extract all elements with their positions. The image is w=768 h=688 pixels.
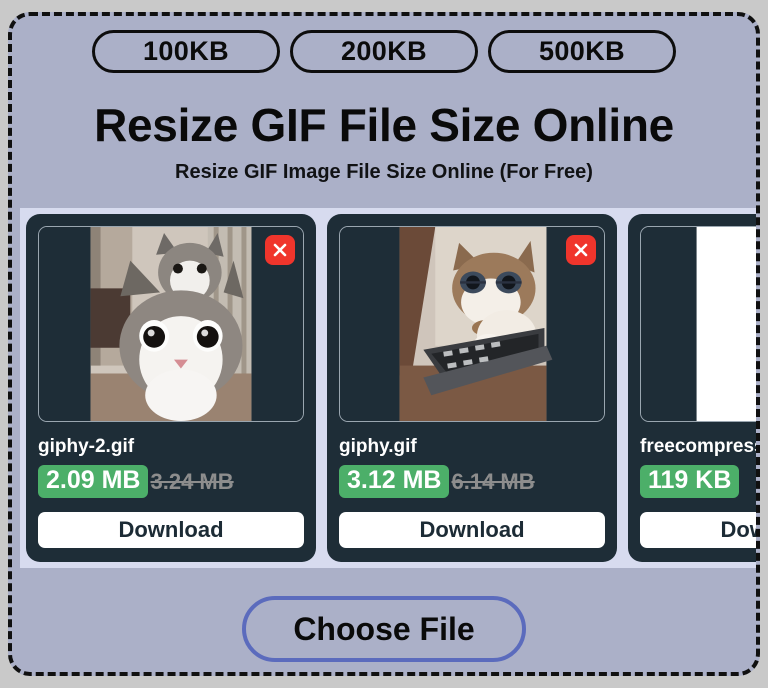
size-preset-500kb[interactable]: 500KB xyxy=(488,30,676,73)
close-icon[interactable] xyxy=(265,235,295,265)
new-size-badge: 2.09 MB xyxy=(38,465,149,498)
file-card: freecompress- 119 KB Download xyxy=(628,214,760,562)
close-x-glyph xyxy=(273,243,287,257)
file-name: giphy-2.gif xyxy=(38,436,135,457)
close-x-glyph xyxy=(574,243,588,257)
close-icon[interactable] xyxy=(566,235,596,265)
download-button[interactable]: Download xyxy=(640,512,756,548)
page-title: Resize GIF File Size Online xyxy=(94,99,674,151)
choose-file-button[interactable]: Choose File xyxy=(242,596,526,662)
download-button[interactable]: Download xyxy=(339,512,605,548)
cat-pair-photo-icon xyxy=(39,227,303,421)
thumbnail-frame xyxy=(640,226,756,422)
file-name: freecompress- xyxy=(640,436,760,457)
app-root: 100KB 200KB 500KB Resize GIF File Size O… xyxy=(0,0,768,688)
file-card: giphy-2.gif 2.09 MB 3.24 MB Download xyxy=(26,214,316,562)
download-button[interactable]: Download xyxy=(38,512,304,548)
choose-file-row: Choose File xyxy=(12,596,756,662)
original-size: 3.24 MB xyxy=(150,468,234,494)
cat-laptop-photo-icon xyxy=(340,227,604,421)
file-size-row: 2.09 MB 3.24 MB xyxy=(38,465,304,498)
file-card: giphy.gif 3.12 MB 6.14 MB Download xyxy=(327,214,617,562)
original-size: 6.14 MB xyxy=(451,468,535,494)
file-dropzone[interactable]: 100KB 200KB 500KB Resize GIF File Size O… xyxy=(8,12,760,676)
thumbnail-frame xyxy=(339,226,605,422)
new-size-badge: 3.12 MB xyxy=(339,465,450,498)
file-carousel[interactable]: giphy-2.gif 2.09 MB 3.24 MB Download gip… xyxy=(20,208,760,568)
file-size-row: 119 KB xyxy=(640,465,756,498)
file-size-row: 3.12 MB 6.14 MB xyxy=(339,465,605,498)
new-size-badge: 119 KB xyxy=(640,465,740,498)
page-subtitle: Resize GIF Image File Size Online (For F… xyxy=(175,161,593,183)
thumbnail-frame xyxy=(38,226,304,422)
file-name: giphy.gif xyxy=(339,436,417,457)
size-preset-200kb[interactable]: 200KB xyxy=(290,30,478,73)
green-shape-graphic-icon xyxy=(641,227,756,421)
size-preset-100kb[interactable]: 100KB xyxy=(92,30,280,73)
size-preset-row: 100KB 200KB 500KB xyxy=(12,30,756,73)
